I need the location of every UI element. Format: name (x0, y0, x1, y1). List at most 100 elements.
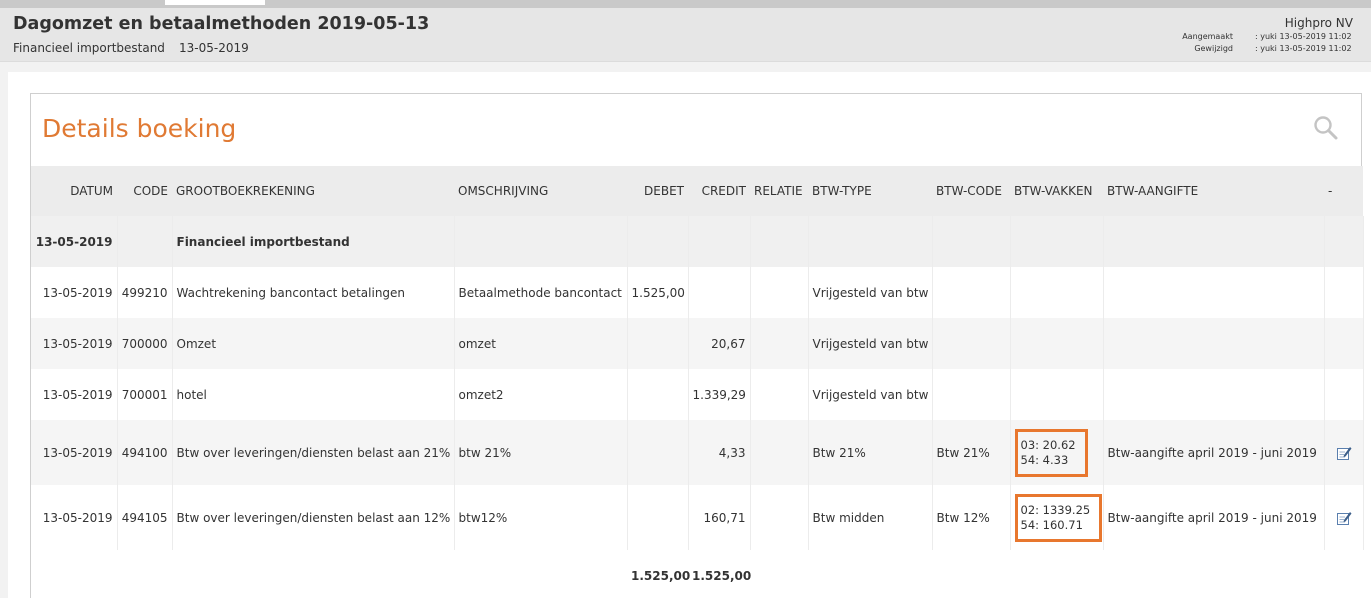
cell-relatie (750, 267, 809, 318)
cell-actions (1324, 318, 1364, 369)
cell-btw-aangifte (1103, 318, 1325, 369)
cell-omschrijving: btw 21% (454, 420, 628, 485)
cell-grootboekrekening: Wachtrekening bancontact betalingen (172, 267, 455, 318)
cell-credit: 4,33 (688, 420, 751, 485)
table-row: 13-05-2019 494100 Btw over leveringen/di… (31, 420, 1364, 485)
col-btw-vakken[interactable]: BTW-VAKKEN (1010, 166, 1103, 216)
btw-vak-line: 02: 1339.25 (1020, 502, 1091, 517)
company-name: Highpro NV (1284, 16, 1353, 30)
group-date: 13-05-2019 (31, 216, 118, 267)
details-card: Details boeking DATUM CODE GROOTBOEKREKE… (30, 93, 1364, 598)
col-datum[interactable]: DATUM (31, 166, 117, 216)
page-subtitle: Financieel importbestand (13, 41, 165, 55)
table-row: 13-05-2019 499210 Wachtrekening banconta… (31, 267, 1364, 318)
cell-btw-type: Vrijgesteld van btw (808, 267, 933, 318)
cell-code: 700001 (117, 369, 173, 420)
cell-debet (627, 420, 689, 485)
total-credit: 1.525,00 (688, 550, 751, 598)
col-debet[interactable]: DEBET (627, 166, 688, 216)
cell-credit: 1.339,29 (688, 369, 751, 420)
cell-relatie (750, 485, 809, 550)
content-panel: Details boeking DATUM CODE GROOTBOEKREKE… (8, 72, 1371, 598)
cell-btw-type: Vrijgesteld van btw (808, 369, 933, 420)
cell-relatie (750, 369, 809, 420)
total-debet: 1.525,00 (627, 550, 690, 598)
table-row: 13-05-2019 700000 Omzet omzet 20,67 Vrij… (31, 318, 1364, 369)
totals-row: 1.525,00 1.525,00 (31, 550, 1363, 598)
cell-datum: 13-05-2019 (31, 420, 118, 485)
btw-vak-line: 03: 20.62 (1020, 437, 1076, 452)
cell-code: 494105 (117, 485, 173, 550)
cell-datum: 13-05-2019 (31, 318, 118, 369)
cell-omschrijving: omzet2 (454, 369, 628, 420)
col-credit[interactable]: CREDIT (688, 166, 750, 216)
cell-grootboekrekening: Btw over leveringen/diensten belast aan … (172, 420, 455, 485)
cell-datum: 13-05-2019 (31, 267, 118, 318)
cell-actions (1324, 420, 1364, 485)
btw-vakken-highlight: 03: 20.62 54: 4.33 (1014, 428, 1088, 477)
cell-debet (627, 485, 689, 550)
col-relatie[interactable]: RELATIE (750, 166, 808, 216)
cell-btw-aangifte (1103, 369, 1325, 420)
cell-omschrijving: Betaalmethode bancontact (454, 267, 628, 318)
active-tab-indicator[interactable] (165, 0, 265, 5)
cell-credit: 160,71 (688, 485, 751, 550)
cell-btw-vakken (1010, 369, 1104, 420)
cell-code: 700000 (117, 318, 173, 369)
col-actions: - (1324, 166, 1363, 216)
modified-value: : yuki 13-05-2019 11:02 (1255, 44, 1352, 53)
btw-vak-line: 54: 4.33 (1020, 452, 1069, 467)
col-code[interactable]: CODE (117, 166, 172, 216)
cell-code: 494100 (117, 420, 173, 485)
cell-relatie (750, 420, 809, 485)
cell-btw-code (932, 369, 1011, 420)
cell-actions (1324, 267, 1364, 318)
col-btw-aangifte[interactable]: BTW-AANGIFTE (1103, 166, 1324, 216)
cell-btw-vakken (1010, 267, 1104, 318)
cell-grootboekrekening: Omzet (172, 318, 455, 369)
page-title: Dagomzet en betaalmethoden 2019-05-13 (13, 14, 430, 34)
cell-datum: 13-05-2019 (31, 369, 118, 420)
cell-credit: 20,67 (688, 318, 751, 369)
btw-vakken-highlight: 02: 1339.25 54: 160.71 (1014, 493, 1103, 542)
cell-btw-vakken: 02: 1339.25 54: 160.71 (1010, 485, 1104, 550)
top-strip (0, 0, 1371, 8)
cell-actions (1324, 369, 1364, 420)
cell-btw-type: Vrijgesteld van btw (808, 318, 933, 369)
cell-credit (688, 267, 751, 318)
cell-btw-aangifte: Btw-aangifte april 2019 - juni 2019 (1103, 485, 1325, 550)
cell-btw-code: Btw 21% (932, 420, 1011, 485)
col-btw-code[interactable]: BTW-CODE (932, 166, 1010, 216)
col-omschrijving[interactable]: OMSCHRIJVING (454, 166, 627, 216)
card-title: Details boeking (42, 114, 237, 143)
table-row: 13-05-2019 700001 hotel omzet2 1.339,29 … (31, 369, 1364, 420)
cell-btw-type: Btw midden (808, 485, 933, 550)
cell-btw-aangifte (1103, 267, 1325, 318)
modified-label: Gewijzigd (1194, 44, 1233, 53)
cell-datum: 13-05-2019 (31, 485, 118, 550)
col-grootboekrekening[interactable]: GROOTBOEKREKENING (172, 166, 454, 216)
booking-table: DATUM CODE GROOTBOEKREKENING OMSCHRIJVIN… (31, 166, 1364, 598)
btw-vak-line: 54: 160.71 (1020, 517, 1083, 532)
cell-btw-code: Btw 12% (932, 485, 1011, 550)
cell-grootboekrekening: hotel (172, 369, 455, 420)
cell-grootboekrekening: Btw over leveringen/diensten belast aan … (172, 485, 455, 550)
edit-icon[interactable] (1336, 445, 1352, 461)
cell-btw-vakken: 03: 20.62 54: 4.33 (1010, 420, 1104, 485)
cell-btw-type: Btw 21% (808, 420, 933, 485)
cell-code: 499210 (117, 267, 173, 318)
cell-actions (1324, 485, 1364, 550)
edit-icon[interactable] (1336, 510, 1352, 526)
cell-omschrijving: omzet (454, 318, 628, 369)
table-row: 13-05-2019 494105 Btw over leveringen/di… (31, 485, 1364, 550)
col-btw-type[interactable]: BTW-TYPE (808, 166, 932, 216)
search-icon[interactable] (1313, 115, 1339, 141)
cell-relatie (750, 318, 809, 369)
created-label: Aangemaakt (1182, 32, 1233, 41)
table-header-row: DATUM CODE GROOTBOEKREKENING OMSCHRIJVIN… (31, 166, 1363, 216)
cell-btw-vakken (1010, 318, 1104, 369)
group-row: 13-05-2019 Financieel importbestand (31, 216, 1364, 267)
page-header: Dagomzet en betaalmethoden 2019-05-13 Fi… (0, 8, 1371, 62)
group-label: Financieel importbestand (172, 216, 455, 267)
cell-btw-aangifte: Btw-aangifte april 2019 - juni 2019 (1103, 420, 1325, 485)
